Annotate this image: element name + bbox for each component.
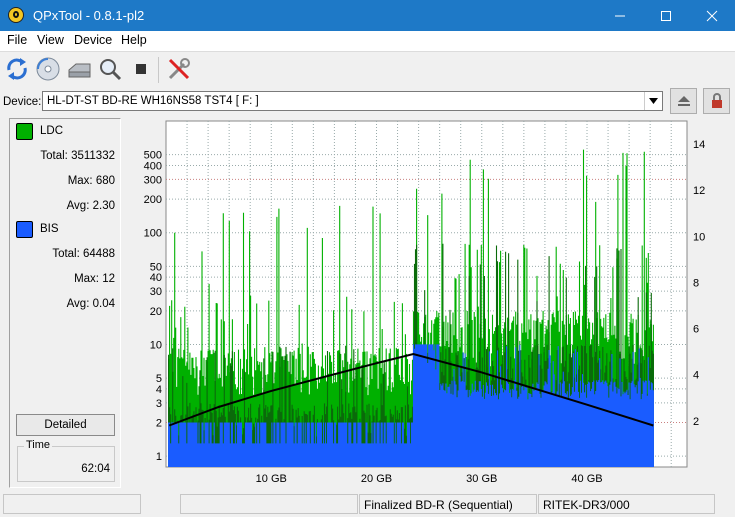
bis-avg: Avg: 0.04 [66, 298, 115, 310]
x-tick-label: 20 GB [361, 473, 392, 485]
drive-icon [68, 63, 91, 78]
y-left-tick-label: 20 [150, 306, 162, 318]
menu-bar: File View Device Help [0, 31, 735, 52]
ldc-avg: Avg: 2.30 [66, 200, 115, 212]
window-title: QPxTool - 0.8.1-pl2 [33, 8, 145, 23]
title-bar: QPxTool - 0.8.1-pl2 [0, 0, 735, 31]
x-tick-label: 40 GB [571, 473, 602, 485]
y-right-tick-label: 2 [693, 416, 699, 428]
y-left-tick-label: 10 [150, 339, 162, 351]
y-right-tick-label: 4 [693, 370, 699, 382]
y-right-tick-label: 6 [693, 324, 699, 336]
minimize-icon [615, 15, 625, 16]
tools-icon [168, 58, 190, 80]
close-icon [706, 10, 718, 21]
y-left-tick-label: 50 [150, 261, 162, 273]
ldc-total: Total: 3511332 [40, 150, 115, 162]
y-left-tick-label: 5 [156, 373, 162, 385]
ldc-color-swatch[interactable] [16, 123, 33, 140]
menu-file[interactable]: File [7, 33, 27, 47]
y-right-tick-label: 8 [693, 277, 699, 289]
y-left-tick-label: 1 [156, 451, 162, 463]
y-left-tick-label: 3 [156, 398, 162, 410]
toolbar [0, 52, 735, 86]
status-bar: Finalized BD-R (Sequential) RITEK-DR3/00… [0, 492, 735, 517]
status-cell-1 [3, 494, 141, 514]
y-left-tick-label: 30 [150, 286, 162, 298]
y-left-tick-label: 500 [144, 150, 162, 162]
disc-icon [36, 57, 60, 81]
minimize-button[interactable] [597, 0, 643, 31]
lock-button[interactable] [703, 88, 730, 114]
time-value: 62:04 [81, 463, 110, 475]
lock-icon [711, 93, 722, 108]
menu-help[interactable]: Help [121, 33, 147, 47]
stop-icon [136, 64, 146, 74]
stop-button[interactable] [128, 56, 154, 82]
stats-panel: LDC Total: 3511332 Max: 680 Avg: 2.30 BI… [9, 118, 121, 488]
disc-info-button[interactable] [35, 56, 61, 82]
y-left-tick-label: 2 [156, 418, 162, 430]
time-label: Time [24, 439, 53, 451]
settings-button[interactable] [166, 56, 192, 82]
chevron-down-icon [649, 98, 658, 104]
dropdown-arrow-button[interactable] [644, 92, 662, 110]
y-left-tick-label: 300 [144, 174, 162, 186]
drive-button[interactable] [66, 56, 92, 82]
ldc-max: Max: 680 [67, 175, 115, 187]
ldc-label: LDC [40, 125, 64, 137]
status-media-id: RITEK-DR3/000 [538, 494, 715, 514]
toolbar-separator [158, 57, 159, 83]
device-label: Device: [3, 96, 42, 108]
menu-view[interactable]: View [37, 33, 64, 47]
menu-device[interactable]: Device [74, 33, 112, 47]
y-left-tick-label: 4 [156, 384, 162, 396]
device-select-value: HL-DT-ST BD-RE WH16NS58 TST4 [ F: ] [47, 95, 259, 107]
detailed-button[interactable]: Detailed [16, 414, 115, 436]
magnifier-icon [100, 59, 122, 81]
x-tick-label: 10 GB [256, 473, 287, 485]
status-disc-type: Finalized BD-R (Sequential) [359, 494, 537, 514]
y-right-tick-label: 14 [693, 139, 705, 151]
y-right-tick-label: 10 [693, 231, 705, 243]
eject-icon [677, 96, 690, 106]
maximize-icon [661, 10, 671, 21]
bis-label: BIS [40, 223, 59, 235]
y-left-tick-label: 200 [144, 194, 162, 206]
y-left-tick-label: 100 [144, 228, 162, 240]
y-left-tick-label: 40 [150, 272, 162, 284]
y-right-tick-label: 12 [693, 185, 705, 197]
device-select[interactable]: HL-DT-ST BD-RE WH16NS58 TST4 [ F: ] [42, 91, 663, 111]
close-button[interactable] [689, 0, 735, 31]
y-left-tick-label: 400 [144, 160, 162, 172]
maximize-button[interactable] [643, 0, 689, 31]
bis-total: Total: 64488 [52, 248, 115, 260]
scan-button[interactable] [97, 56, 123, 82]
bis-color-swatch[interactable] [16, 221, 33, 238]
bis-max: Max: 12 [74, 273, 115, 285]
refresh-icon [7, 58, 27, 80]
refresh-button[interactable] [4, 56, 30, 82]
qpxtool-app-icon [8, 7, 24, 23]
time-group: Time 62:04 [17, 439, 115, 482]
status-cell-2 [180, 494, 358, 514]
ldc-bis-chart: 1234510203040501002003004005002468101214… [144, 120, 705, 485]
eject-button[interactable] [670, 88, 697, 114]
x-tick-label: 30 GB [466, 473, 497, 485]
